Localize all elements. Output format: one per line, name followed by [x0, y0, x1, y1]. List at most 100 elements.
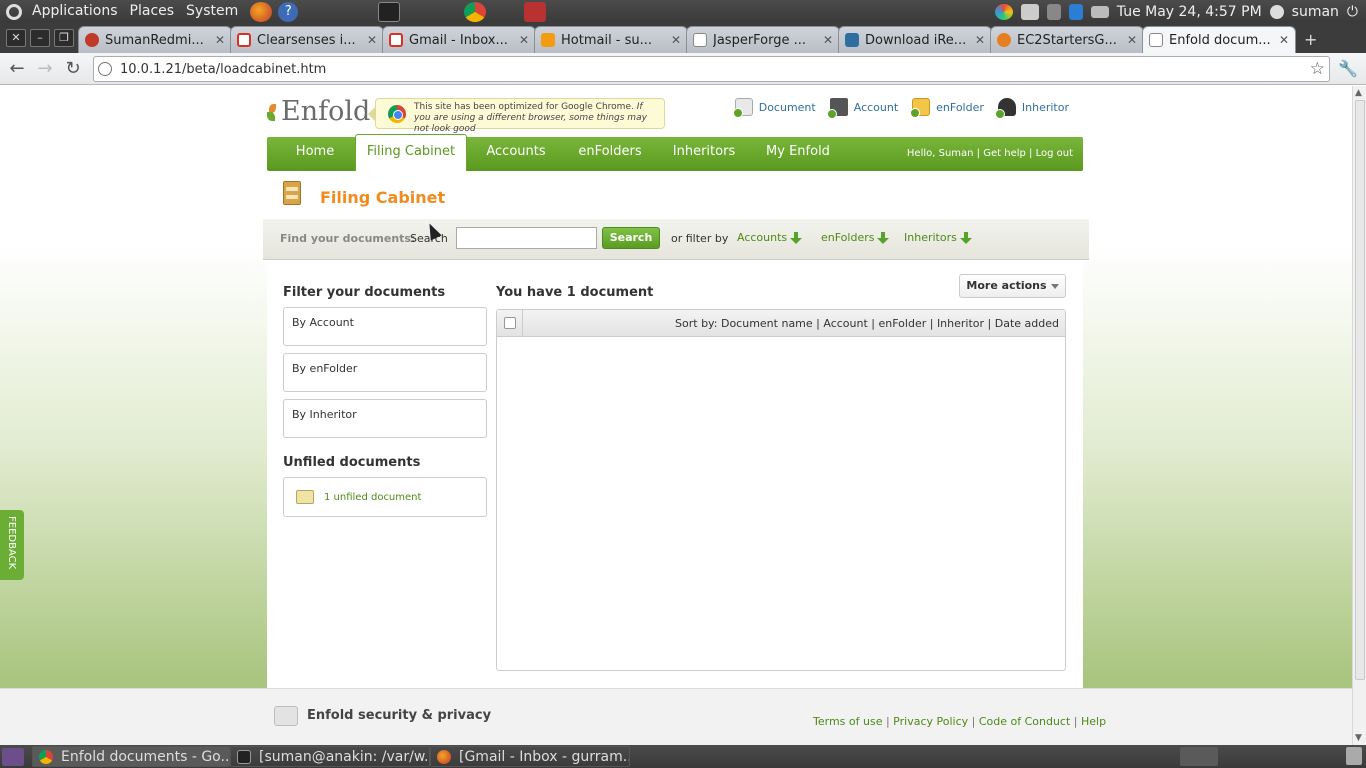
tab-accounts[interactable]: Accounts [479, 137, 553, 171]
applications-menu[interactable]: Applications [26, 0, 124, 23]
sort-date-added[interactable]: Date added [995, 317, 1059, 330]
url-text[interactable]: 10.0.1.21/beta/loadcabinet.htm [120, 62, 326, 77]
tab-close-icon[interactable]: ✕ [1279, 33, 1289, 47]
scrollbar-thumb[interactable] [1355, 100, 1365, 680]
filter-inheritors-button[interactable]: Inheritors [904, 231, 972, 244]
browser-tab[interactable]: Gmail - Inbox... ✕ [382, 26, 536, 53]
firefox-launcher-icon[interactable] [250, 1, 273, 22]
tab-title: SumanRedmi... [105, 32, 204, 48]
enfold-logo[interactable]: Enfold [267, 96, 370, 127]
tab-close-icon[interactable]: ✕ [215, 33, 225, 47]
tab-enfolders[interactable]: enFolders [571, 137, 649, 171]
tab-my-enfold[interactable]: My Enfold [759, 137, 837, 171]
reload-icon[interactable]: ↻ [59, 58, 87, 79]
tab-close-icon[interactable]: ✕ [823, 33, 833, 47]
tab-close-icon[interactable]: ✕ [1127, 33, 1137, 47]
wrench-icon[interactable]: 🔧 [1338, 59, 1358, 78]
firefox-icon [437, 749, 451, 764]
taskbar-item[interactable]: [Gmail - Inbox - gurram... [430, 746, 630, 767]
filter-enfolders-button[interactable]: enFolders [821, 231, 890, 244]
clock[interactable]: Tue May 24, 4:57 PM [1117, 4, 1262, 20]
window-restore-icon[interactable]: ❐ [54, 29, 74, 47]
browser-tab[interactable]: Hotmail - su... ✕ [534, 26, 688, 53]
filter-by-enfolder[interactable]: By enFolder [283, 353, 487, 392]
forward-arrow-icon[interactable]: → [31, 58, 59, 79]
network-icon[interactable] [1046, 3, 1061, 20]
ubuntu-logo-icon[interactable] [6, 3, 22, 20]
feedback-tab[interactable]: FEEDBACK [0, 510, 24, 580]
add-document-label: Document [758, 100, 816, 114]
dropbox-icon[interactable] [1068, 3, 1083, 20]
unfiled-document-link[interactable]: 1 unfiled document [324, 492, 421, 503]
terms-link[interactable]: Terms of use [813, 715, 882, 728]
search-button[interactable]: Search [602, 227, 660, 249]
mail-icon[interactable] [1090, 5, 1109, 18]
terminal-launcher-icon[interactable] [378, 1, 401, 22]
add-inheritor-button[interactable]: Inheritor [994, 98, 1069, 119]
power-icon[interactable]: ⏻ [1347, 4, 1358, 20]
tab-close-icon[interactable]: ✕ [671, 33, 681, 47]
page-scrollbar[interactable]: ▲ ▼ [1352, 86, 1366, 745]
privacy-link[interactable]: Privacy Policy [893, 715, 968, 728]
browser-tab[interactable]: JasperForge ... ✕ [686, 26, 840, 53]
scroll-up-icon[interactable]: ▲ [1355, 88, 1362, 98]
filter-by-inheritor[interactable]: By Inheritor [283, 399, 487, 438]
bookmark-star-icon[interactable]: ☆ [1310, 59, 1325, 79]
sort-account[interactable]: Account [823, 317, 867, 330]
select-all-checkbox[interactable] [497, 310, 523, 336]
sort-document-name[interactable]: Document name [721, 317, 813, 330]
window-close-icon[interactable]: ✕ [6, 29, 26, 47]
browser-tab[interactable]: Clearsenses i... ✕ [230, 26, 384, 53]
sort-inheritor[interactable]: Inheritor [937, 317, 984, 330]
tab-filing-cabinet[interactable]: Filing Cabinet [355, 134, 467, 171]
tab-close-icon[interactable]: ✕ [975, 33, 985, 47]
tab-inheritors[interactable]: Inheritors [667, 137, 741, 171]
tab-close-icon[interactable]: ✕ [367, 33, 377, 47]
show-desktop-icon[interactable] [2, 747, 24, 766]
filter-accounts-button[interactable]: Accounts [737, 231, 803, 244]
user-name[interactable]: suman [1292, 4, 1339, 20]
add-document-button[interactable]: Document [732, 98, 816, 118]
taskbar-item[interactable]: Enfold documents - Go... [32, 746, 230, 767]
scroll-down-icon[interactable]: ▼ [1355, 733, 1362, 743]
address-bar[interactable]: 10.0.1.21/beta/loadcabinet.htm ☆ [93, 56, 1330, 82]
browser-tab[interactable]: SumanRedmi... ✕ [78, 26, 232, 53]
system-menu[interactable]: System [180, 0, 244, 23]
sort-enfolder[interactable]: enFolder [879, 317, 927, 330]
tab-favicon-icon [85, 33, 99, 47]
list-header: Sort by: Document name | Account | enFol… [497, 310, 1065, 337]
browser-tab[interactable]: EC2StartersG... ✕ [990, 26, 1144, 53]
help-link[interactable]: Help [1081, 715, 1106, 728]
person-icon [994, 98, 1016, 119]
clipboard-icon[interactable] [1020, 3, 1039, 20]
chrome-notice: This site has been optimized for Google … [368, 98, 665, 134]
browser-tab[interactable]: Download iRe... ✕ [838, 26, 992, 53]
places-menu[interactable]: Places [124, 0, 181, 23]
trash-icon[interactable] [1346, 747, 1362, 765]
search-input[interactable] [456, 227, 597, 249]
page-favicon-icon [1149, 33, 1163, 47]
user-status-icon[interactable] [1269, 4, 1284, 19]
add-enfolder-button[interactable]: enFolder [910, 98, 984, 118]
tray-chrome-icon[interactable] [1180, 747, 1218, 766]
user-nav-links[interactable]: Hello, Suman | Get help | Log out [907, 137, 1073, 171]
chrome-launcher-icon[interactable] [464, 1, 487, 22]
add-enfolder-label: enFolder [936, 100, 984, 114]
help-launcher-icon[interactable]: ? [278, 1, 299, 22]
taskbar-item[interactable]: [suman@anakin: /var/w... [230, 746, 430, 767]
more-actions-label: More actions [966, 279, 1047, 292]
add-account-button[interactable]: Account [826, 98, 898, 119]
browser-tab-active[interactable]: Enfold docum... ✕ [1142, 26, 1296, 53]
color-wheel-icon[interactable] [994, 3, 1013, 20]
new-tab-icon[interactable]: + [1296, 30, 1325, 53]
dictionary-launcher-icon[interactable] [524, 1, 547, 22]
tab-close-icon[interactable]: ✕ [519, 33, 529, 47]
tab-home[interactable]: Home [283, 137, 347, 171]
more-actions-button[interactable]: More actions [959, 274, 1066, 298]
window-minimize-icon[interactable]: – [30, 29, 50, 47]
back-arrow-icon[interactable]: ← [3, 58, 31, 79]
unfiled-document-icon [296, 490, 314, 504]
gmail-favicon-icon [389, 33, 403, 47]
code-of-conduct-link[interactable]: Code of Conduct [979, 715, 1070, 728]
filter-by-account[interactable]: By Account [283, 307, 487, 346]
